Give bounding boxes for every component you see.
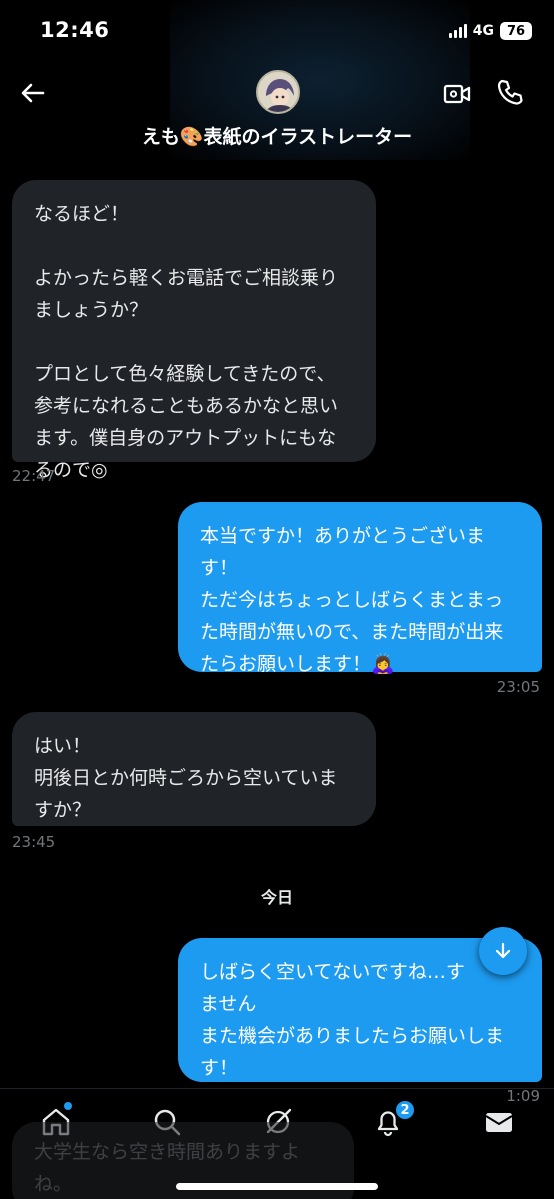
date-separator: 今日 <box>260 888 293 907</box>
message-bubble-incoming[interactable]: はい！ 明後日とか何時ごろから空いていますか？ <box>12 712 376 826</box>
signal-icon <box>448 24 467 38</box>
status-time: 12:46 <box>40 18 110 42</box>
status-bar: 12:46 4G 76 <box>0 0 554 62</box>
notifications-badge: 2 <box>394 1099 416 1121</box>
video-call-icon[interactable] <box>442 79 472 109</box>
messages-envelope-icon[interactable] <box>482 1105 516 1139</box>
message-timestamp: 22:47 <box>12 467 56 485</box>
avatar[interactable] <box>256 70 300 114</box>
message-timestamp: 23:45 <box>12 833 56 851</box>
back-arrow-icon[interactable] <box>18 78 48 108</box>
dm-conversation-screen: 12:46 4G 76 えも🎨表紙のイラストレーター なるほど！ よかったら軽く… <box>0 0 554 1199</box>
arrow-down-icon <box>495 942 511 959</box>
home-indicator[interactable] <box>176 1183 378 1190</box>
message-bubble-incoming[interactable]: なるほど！ よかったら軽くお電話でご相談乗りましょうか？ プロとして色々経験して… <box>12 180 376 481</box>
message-timestamp: 1:09 <box>506 1087 540 1105</box>
conversation-title[interactable]: えも🎨表紙のイラストレーター <box>0 122 554 149</box>
message-bubble-outgoing[interactable]: 本当ですか！ありがとうございます！ ただ今はちょっとしばらくまとまった時間が無い… <box>178 502 542 675</box>
battery-icon: 76 <box>500 22 532 40</box>
home-unread-dot <box>64 1102 72 1110</box>
scroll-to-bottom-button[interactable] <box>479 927 527 975</box>
status-indicators: 4G 76 <box>448 22 532 40</box>
phone-call-icon[interactable] <box>495 77 525 107</box>
network-type: 4G <box>472 23 494 39</box>
message-timestamp: 23:05 <box>496 678 540 696</box>
